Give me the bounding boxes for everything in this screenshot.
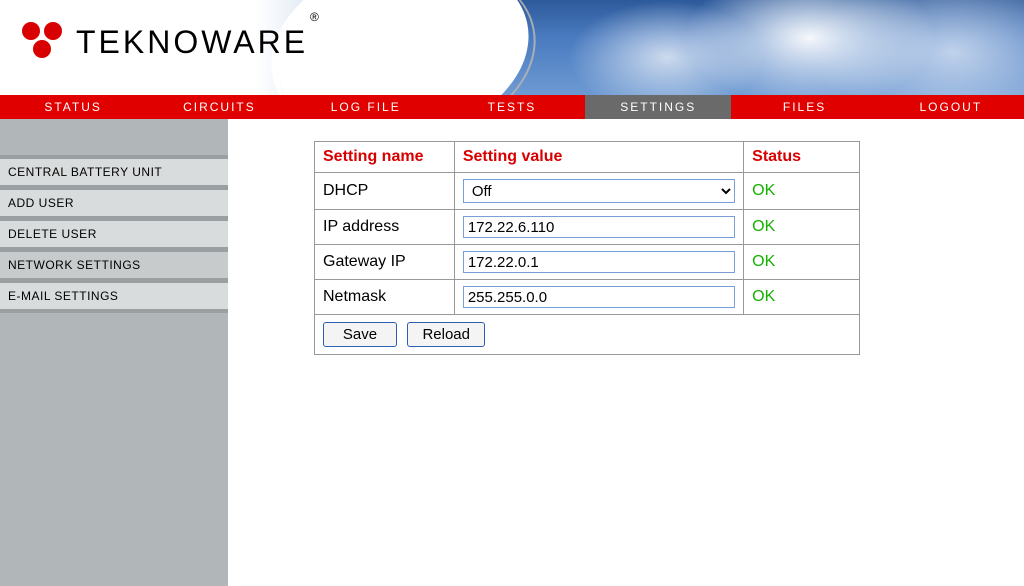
header: TEKNOWARE® (0, 0, 1024, 95)
status-cell: OK (744, 210, 860, 245)
brand-name: TEKNOWARE (76, 24, 308, 60)
col-header-setting-value: Setting value (454, 142, 743, 173)
setting-value-cell: Off (454, 173, 743, 210)
sidebar-item-central-battery-unit[interactable]: CENTRAL BATTERY UNIT (0, 158, 228, 186)
setting-name-cell: Gateway IP (315, 245, 455, 280)
nav-tab-status[interactable]: STATUS (0, 95, 146, 119)
ip-address-input[interactable] (463, 216, 735, 238)
brand-logo-text: TEKNOWARE® (76, 24, 319, 61)
body: CENTRAL BATTERY UNIT ADD USER DELETE USE… (0, 119, 1024, 586)
status-cell: OK (744, 280, 860, 315)
netmask-input[interactable] (463, 286, 735, 308)
brand-logo-icon (22, 22, 66, 62)
status-cell: OK (744, 173, 860, 210)
sidebar: CENTRAL BATTERY UNIT ADD USER DELETE USE… (0, 119, 228, 586)
dhcp-select[interactable]: Off (463, 179, 735, 203)
sidebar-item-email-settings[interactable]: E-MAIL SETTINGS (0, 282, 228, 310)
table-row: Gateway IP OK (315, 245, 860, 280)
reload-button[interactable]: Reload (407, 322, 485, 347)
nav-tab-tests[interactable]: TESTS (439, 95, 585, 119)
nav-tab-logfile[interactable]: LOG FILE (293, 95, 439, 119)
sidebar-item-delete-user[interactable]: DELETE USER (0, 220, 228, 248)
nav-tab-circuits[interactable]: CIRCUITS (146, 95, 292, 119)
setting-value-cell (454, 280, 743, 315)
sidebar-item-network-settings[interactable]: NETWORK SETTINGS (0, 251, 228, 279)
setting-name-cell: DHCP (315, 173, 455, 210)
gateway-ip-input[interactable] (463, 251, 735, 273)
setting-name-cell: IP address (315, 210, 455, 245)
setting-value-cell (454, 245, 743, 280)
save-button[interactable]: Save (323, 322, 397, 347)
col-header-status: Status (744, 142, 860, 173)
brand-logo: TEKNOWARE® (22, 22, 319, 62)
status-cell: OK (744, 245, 860, 280)
nav-tab-files[interactable]: FILES (731, 95, 877, 119)
setting-value-cell (454, 210, 743, 245)
table-header-row: Setting name Setting value Status (315, 142, 860, 173)
button-cell: Save Reload (315, 315, 860, 355)
sidebar-separator (0, 310, 228, 313)
table-button-row: Save Reload (315, 315, 860, 355)
nav-tab-settings[interactable]: SETTINGS (585, 95, 731, 119)
setting-name-cell: Netmask (315, 280, 455, 315)
table-row: IP address OK (315, 210, 860, 245)
sidebar-item-add-user[interactable]: ADD USER (0, 189, 228, 217)
brand-registered-mark: ® (310, 10, 319, 24)
col-header-setting-name: Setting name (315, 142, 455, 173)
nav-tab-logout[interactable]: LOGOUT (878, 95, 1024, 119)
content-area: Setting name Setting value Status DHCP O… (228, 119, 1024, 586)
top-nav: STATUS CIRCUITS LOG FILE TESTS SETTINGS … (0, 95, 1024, 119)
table-row: DHCP Off OK (315, 173, 860, 210)
table-row: Netmask OK (315, 280, 860, 315)
settings-table: Setting name Setting value Status DHCP O… (314, 141, 860, 355)
